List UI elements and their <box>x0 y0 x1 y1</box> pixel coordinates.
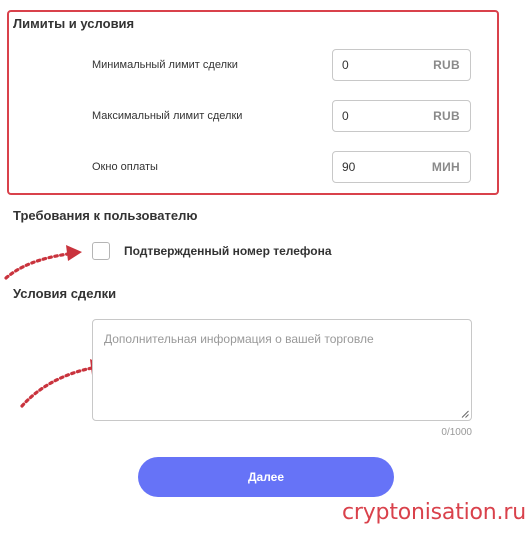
watermark: cryptonisation.ru <box>342 500 526 525</box>
payment-window-input[interactable]: 90 МИН <box>332 151 471 183</box>
max-limit-value: 0 <box>342 109 349 123</box>
max-limit-label: Максимальный лимит сделки <box>92 110 243 122</box>
payment-window-unit: МИН <box>431 160 460 174</box>
char-counter: 0/1000 <box>441 427 472 438</box>
min-limit-input[interactable]: 0 RUB <box>332 49 471 81</box>
min-limit-label: Минимальный лимит сделки <box>92 59 238 71</box>
requirements-title: Требования к пользователю <box>13 208 198 223</box>
payment-window-value: 90 <box>342 160 356 174</box>
payment-window-label: Окно оплаты <box>92 161 158 173</box>
resize-handle-icon[interactable] <box>461 410 469 418</box>
max-limit-input[interactable]: 0 RUB <box>332 100 471 132</box>
min-limit-unit: RUB <box>433 58 460 72</box>
terms-placeholder: Дополнительная информация о вашей торгов… <box>104 332 374 346</box>
max-limit-unit: RUB <box>433 109 460 123</box>
terms-title: Условия сделки <box>13 286 117 301</box>
phone-verified-label: Подтвержденный номер телефона <box>124 244 332 258</box>
limits-title: Лимиты и условия <box>13 16 135 31</box>
min-limit-value: 0 <box>342 58 349 72</box>
terms-textarea[interactable]: Дополнительная информация о вашей торгов… <box>92 319 472 421</box>
curved-dotted-arrow-icon <box>4 245 82 280</box>
next-button[interactable]: Далее <box>138 457 394 497</box>
phone-verified-checkbox[interactable] <box>92 242 110 260</box>
